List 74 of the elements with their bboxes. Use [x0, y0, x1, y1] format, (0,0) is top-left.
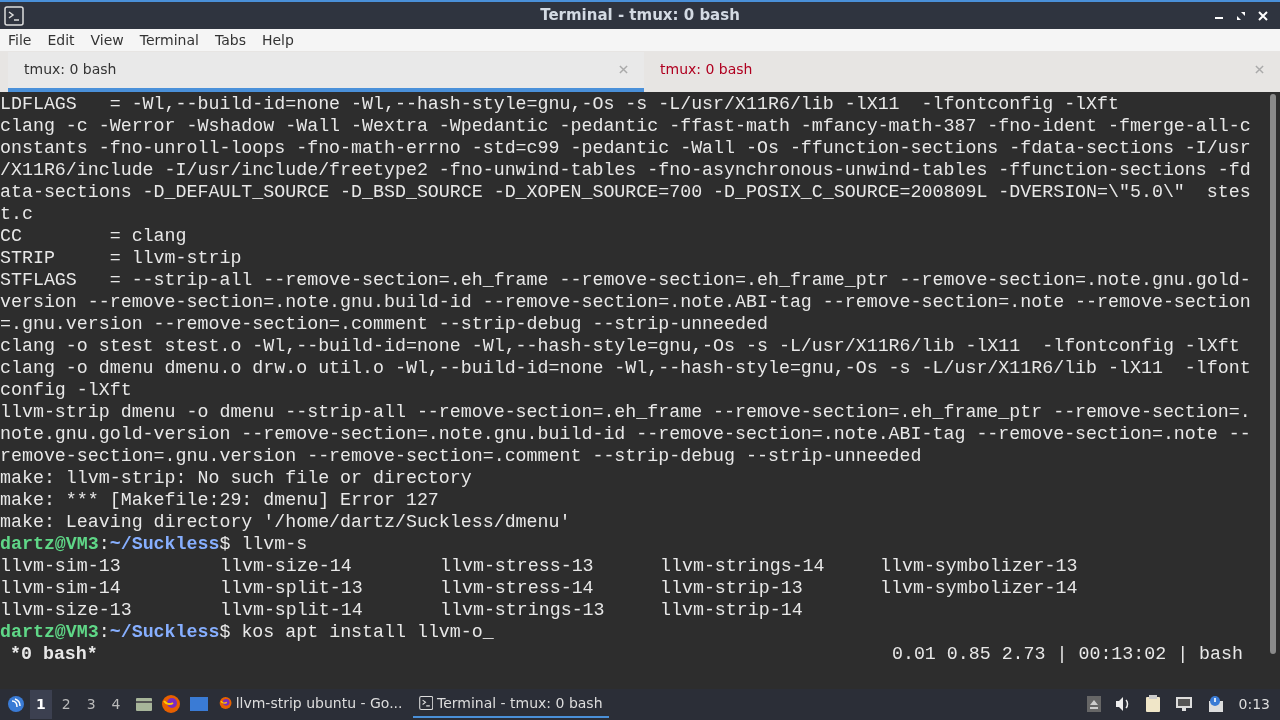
terminal-line: STFLAGS = --strip-all --remove-section=.eh_frame --remove-section=.eh_frame_ptr --remove-section=.note.gnu.gold- — [0, 268, 1252, 291]
maximize-icon[interactable] — [1236, 10, 1246, 21]
tab[interactable]: tmux: 0 bash — [644, 51, 1280, 92]
completion-item: llvm-size-14 — [220, 554, 353, 577]
notification-icon[interactable] — [1206, 695, 1225, 714]
prompt-path: ~/Suckless — [109, 532, 220, 555]
terminal-line: clang -o dmenu dmenu.o drw.o util.o -Wl,--build-id=none -Wl,--hash-style=gnu,-Os -s -L/usr/X11R6/lib -lX11 -lfont — [0, 356, 1252, 379]
terminal-line: clang -c -Werror -Wshadow -Wall -Wextra -Wpedantic -pedantic -ffast-math -mfancy-math-387 -fno-ident -fmerge-all-c — [0, 114, 1252, 137]
desktop-icon[interactable] — [188, 696, 209, 713]
terminal-line: t.c — [0, 202, 34, 225]
workspace-button[interactable]: 2 — [55, 689, 77, 719]
workspace-button[interactable]: 4 — [105, 689, 127, 719]
completion-item: llvm-symbolizer-13 — [880, 554, 1079, 577]
window-title: Terminal - tmux: 0 bash — [540, 5, 740, 27]
tmux-status: 0.01 0.85 2.73 | 00:13:02 | bash — [891, 642, 1244, 665]
prompt-user: dartz@VM3 — [0, 620, 99, 643]
terminal-line: /X11R6/include -I/usr/include/freetype2 -fno-unwind-tables -fno-asynchronous-unwind-tables -ffunction-sections -fd — [0, 158, 1252, 181]
completion-item: llvm-sim-13 — [0, 554, 122, 577]
completion-item: llvm-sim-14 — [0, 576, 122, 599]
terminal-line: config -lXft — [0, 378, 133, 401]
menu-item[interactable]: Terminal — [135, 29, 203, 51]
terminal-line: LDFLAGS = -Wl,--build-id=none -Wl,--hash-style=gnu,-Os -s -L/usr/X11R6/lib -lX11 -lfontconfig -lXft — [0, 92, 1120, 115]
terminal-line: CC = clang — [0, 224, 188, 247]
terminal-line: ata-sections -D_DEFAULT_SOURCE -D_BSD_SOURCE -D_XOPEN_SOURCE=700 -D_POSIX_C_SOURCE=200809L -DVERSION=\"5.0\" stes — [0, 180, 1252, 203]
workspace-button[interactable]: 3 — [80, 689, 102, 719]
completion-item: llvm-size-13 — [0, 598, 133, 621]
taskbar-task[interactable]: Terminal - tmux: 0 bash — [412, 690, 609, 719]
completion-item: llvm-symbolizer-14 — [880, 576, 1079, 599]
menu-item[interactable]: Help — [257, 29, 298, 51]
prompt-path: ~/Suckless — [109, 620, 220, 643]
prompt-user: dartz@VM3 — [0, 532, 99, 555]
terminal-command: $ llvm-s — [219, 532, 308, 555]
eject-icon[interactable] — [1086, 696, 1101, 713]
clipboard-icon[interactable] — [1144, 695, 1161, 714]
terminal-icon — [418, 694, 433, 713]
completion-item: llvm-stress-13 — [440, 554, 595, 577]
prompt-separator: : — [98, 620, 110, 643]
start-menu-icon[interactable] — [6, 694, 26, 715]
completion-item: llvm-split-13 — [220, 576, 364, 599]
terminal-command: $ kos apt install llvm-o — [219, 620, 483, 643]
taskbar-task[interactable]: llvm-strip ubuntu - Go... — [212, 690, 409, 719]
workspace-button[interactable]: 1 — [30, 689, 52, 719]
menu-item[interactable]: File — [4, 29, 36, 51]
completion-item: llvm-strings-14 — [660, 554, 826, 577]
close-icon[interactable] — [1258, 10, 1268, 21]
terminal-line: =.gnu.version --remove-section=.comment --strip-debug --strip-unneeded — [0, 312, 769, 335]
terminal-line: remove-section=.gnu.version --remove-section=.comment --strip-debug --strip-unneeded — [0, 444, 923, 467]
completion-item: llvm-strip-14 — [660, 598, 804, 621]
terminal-line: make: *** [Makefile:29: dmenu] Error 127 — [0, 488, 440, 511]
browser-icon[interactable] — [160, 694, 181, 715]
completion-item: llvm-strip-13 — [660, 576, 804, 599]
clock[interactable]: 0:13 — [1238, 693, 1274, 715]
volume-icon[interactable] — [1114, 696, 1131, 713]
menu-item[interactable]: Tabs — [210, 29, 250, 51]
cursor: _ — [482, 620, 494, 643]
menu-item[interactable]: View — [86, 29, 128, 51]
terminal-line: clang -o stest stest.o -Wl,--build-id=none -Wl,--hash-style=gnu,-Os -s -L/usr/X11R6/lib -lX11 -lfontconfig -lXft — [0, 334, 1241, 357]
completion-item: llvm-stress-14 — [440, 576, 595, 599]
menu-item[interactable]: Edit — [43, 29, 79, 51]
terminal-line: note.gnu.gold-version --remove-section=.note.gnu.build-id --remove-section=.note.ABI-tag --remove-section=.note -- — [0, 422, 1252, 445]
prompt-separator: : — [98, 532, 110, 555]
terminal-line: make: llvm-strip: No such file or directory — [0, 466, 473, 489]
completion-item: llvm-strings-13 — [440, 598, 606, 621]
file-manager-icon[interactable] — [134, 696, 153, 713]
tmux-window-label: *0 bash* — [10, 642, 98, 665]
terminal-line: version --remove-section=.note.gnu.build-id --remove-section=.note.ABI-tag --remove-section=.note --remove-section — [0, 290, 1252, 313]
terminal-line: STRIP = llvm-strip — [0, 246, 243, 269]
terminal-line: make: Leaving directory '/home/dartz/Suckless/dmenu' — [0, 510, 572, 533]
terminal-icon — [4, 5, 24, 26]
terminal-line: llvm-strip dmenu -o dmenu --strip-all --remove-section=.eh_frame --remove-section=.eh_frame_ptr --remove-section=. — [0, 400, 1252, 423]
completion-item: llvm-split-14 — [220, 598, 364, 621]
tab[interactable]: tmux: 0 bash — [8, 51, 644, 92]
network-icon[interactable] — [1174, 696, 1193, 713]
terminal-line: onstants -fno-unroll-loops -fno-math-errno -std=c99 -pedantic -Wall -Os -ffunction-sections -fdata-sections -I/usr — [0, 136, 1252, 159]
